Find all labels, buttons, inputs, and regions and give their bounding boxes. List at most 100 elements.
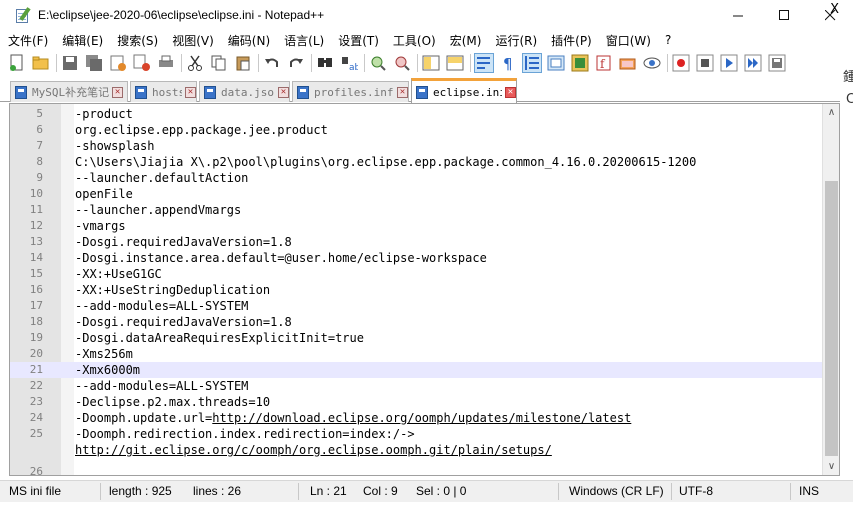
editor-line[interactable]: 16 -XX:+UseStringDeduplication [10,282,826,298]
editor-line[interactable]: 5 -product [10,106,826,122]
menu-item[interactable]: 编辑(E) [62,32,103,49]
line-text[interactable]: -Declipse.p2.max.threads=10 [75,394,270,410]
udl-button[interactable] [547,54,565,72]
scroll-up-button[interactable]: ∧ [823,104,839,121]
zoom-in-button[interactable] [369,54,387,72]
editor-line[interactable]: 18 -Dosgi.requiredJavaVersion=1.8 [10,314,826,330]
editor-line[interactable]: 12 -vmargs [10,218,826,234]
line-text[interactable]: -Dosgi.dataAreaRequiresExplicitInit=true [75,330,364,346]
editor-line[interactable]: 17 --add-modules=ALL-SYSTEM [10,298,826,314]
editor-line[interactable]: 22 --add-modules=ALL-SYSTEM [10,378,826,394]
line-text[interactable]: -Doomph.update.url=http://download.eclip… [75,410,631,426]
close-button[interactable] [109,54,127,72]
line-text[interactable]: org.eclipse.epp.package.jee.product [75,122,328,138]
tab-file[interactable]: data.json ✕ [199,81,290,102]
scrollbar-thumb[interactable] [825,181,838,456]
editor-line[interactable]: 25 -Doomph.redirection.index.redirection=… [10,426,826,442]
menu-item[interactable]: 语言(L) [284,32,324,49]
editor-line[interactable]: 20 -Xms256m [10,346,826,362]
line-text[interactable]: -showsplash [75,138,154,154]
editor-line[interactable]: 24 -Doomph.update.url=http://download.ecl… [10,410,826,426]
line-text[interactable]: --launcher.defaultAction [75,170,248,186]
open-file-button[interactable] [32,54,50,72]
monitor-button[interactable] [643,54,661,72]
tab-close-button[interactable]: ✕ [112,86,124,98]
line-text[interactable]: -Xms256m [75,346,133,362]
tab-close-button[interactable]: ✕ [185,86,196,98]
run-macro-multiple-button[interactable] [744,54,762,72]
new-file-button[interactable] [8,54,26,72]
editor-line[interactable]: 7 -showsplash [10,138,826,154]
menu-item[interactable]: 宏(M) [450,32,482,49]
tab-file[interactable]: MySQL补充笔记 ✕ [10,81,128,102]
tab-file[interactable]: profiles.info ✕ [292,81,409,102]
function-list-button[interactable]: f [595,54,613,72]
indent-guide-button[interactable] [522,53,542,73]
tab-active[interactable]: eclipse.ini ✕ [411,78,517,103]
undo-button[interactable] [263,54,281,72]
line-text[interactable]: --launcher.appendVmargs [75,202,241,218]
menu-item[interactable]: 工具(O) [393,32,436,49]
tab-file[interactable]: hosts ✕ [130,81,197,102]
line-text[interactable]: --add-modules=ALL-SYSTEM [75,378,248,394]
menu-item[interactable]: 搜索(S) [117,32,158,49]
editor-line[interactable]: 19 -Dosgi.dataAreaRequiresExplicitInit=tr… [10,330,826,346]
menu-item[interactable]: 运行(R) [495,32,537,49]
editor-line[interactable]: 9 --launcher.defaultAction [10,170,826,186]
line-text[interactable]: -XX:+UseG1GC [75,266,162,282]
menu-item[interactable]: ? [665,33,671,47]
paste-button[interactable] [234,54,252,72]
line-text[interactable]: openFile [75,186,133,202]
hyperlink[interactable]: http://download.eclipse.org/oomph/update… [212,411,631,425]
menu-item[interactable]: 视图(V) [172,32,214,49]
hyperlink[interactable]: http://git.eclipse.org/c/oomph/org.eclip… [75,443,552,457]
editor-line[interactable]: 6 org.eclipse.epp.package.jee.product [10,122,826,138]
editor-line[interactable]: 14 -Dosgi.instance.area.default=@user.hom… [10,250,826,266]
scroll-down-button[interactable]: ∨ [823,458,839,475]
menu-item[interactable]: 文件(F) [8,32,48,49]
editor-line[interactable]: 13 -Dosgi.requiredJavaVersion=1.8 [10,234,826,250]
line-text[interactable]: -Dosgi.requiredJavaVersion=1.8 [75,234,292,250]
save-button[interactable] [61,54,79,72]
editor-line[interactable]: 23 -Declipse.p2.max.threads=10 [10,394,826,410]
editor-line[interactable]: http://git.eclipse.org/c/oomph/org.eclip… [10,442,826,458]
editor-line[interactable]: 26 [10,464,826,475]
editor-line[interactable]: 21 -Xmx6000m [10,362,826,378]
play-macro-button[interactable] [720,54,738,72]
menu-item[interactable]: 编码(N) [228,32,270,49]
line-text[interactable]: -Doomph.redirection.index.redirection=in… [75,426,415,442]
stop-macro-button[interactable] [696,54,714,72]
line-text[interactable]: -XX:+UseStringDeduplication [75,282,270,298]
line-text[interactable]: -Xmx6000m [75,362,140,378]
copy-button[interactable] [210,54,228,72]
close-document-button[interactable]: X [830,2,839,17]
print-button[interactable] [157,54,175,72]
vertical-scrollbar[interactable]: ∧ ∨ [822,104,839,475]
editor[interactable]: 5 -product 6 org.eclipse.epp.package.jee.pr… [9,103,840,476]
folder-workspace-button[interactable] [619,54,637,72]
maximize-button[interactable] [761,0,807,30]
save-all-button[interactable] [85,54,103,72]
find-button[interactable] [316,54,334,72]
menu-item[interactable]: 插件(P) [551,32,592,49]
menu-item[interactable]: 窗口(W) [606,32,651,49]
line-text[interactable]: -Dosgi.requiredJavaVersion=1.8 [75,314,292,330]
cut-button[interactable] [186,54,204,72]
tab-close-button[interactable]: ✕ [397,86,408,98]
line-text[interactable]: --add-modules=ALL-SYSTEM [75,298,248,314]
line-text[interactable]: C:\Users\Jiajia X\.p2\pool\plugins\org.e… [75,154,696,170]
sync-vertical-button[interactable] [422,54,440,72]
tab-close-button[interactable]: ✕ [505,86,516,98]
doc-map-button[interactable] [571,54,589,72]
show-all-chars-button[interactable]: ¶ [499,54,517,72]
editor-line[interactable]: 11 --launcher.appendVmargs [10,202,826,218]
redo-button[interactable] [287,54,305,72]
line-text[interactable]: -product [75,106,133,122]
editor-line[interactable]: 15 -XX:+UseG1GC [10,266,826,282]
line-text[interactable]: -vmargs [75,218,126,234]
zoom-out-button[interactable] [393,54,411,72]
line-text[interactable]: -Dosgi.instance.area.default=@user.home/… [75,250,487,266]
menu-item[interactable]: 设置(T) [338,32,379,49]
close-all-button[interactable] [133,54,151,72]
minimize-button[interactable] [715,0,761,30]
